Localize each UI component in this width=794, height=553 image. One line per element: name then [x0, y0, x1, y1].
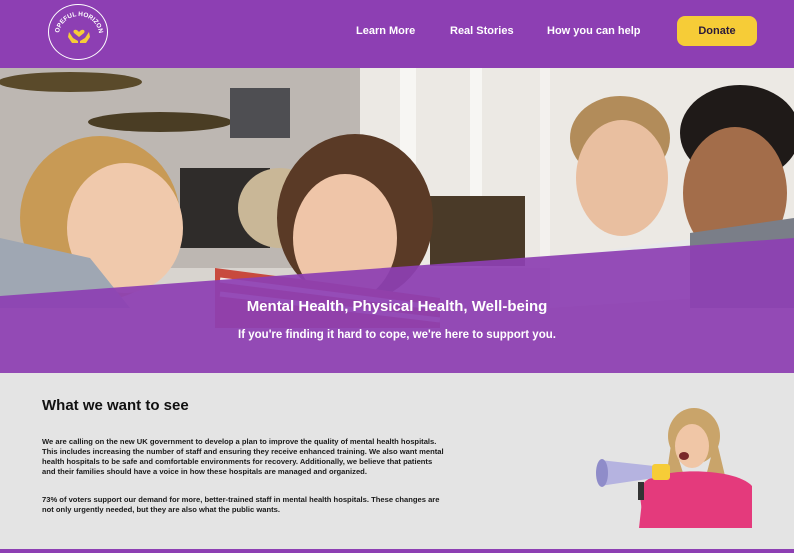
nav-link-real-stories[interactable]: Real Stories	[450, 25, 514, 37]
body-paragraph: 73% of voters support our demand for mor…	[42, 495, 440, 514]
logo[interactable]: HOPEFUL HORIZONS	[48, 4, 108, 60]
hero-photo	[0, 68, 794, 373]
hero-title: Mental Health, Physical Health, Well-bei…	[246, 298, 548, 315]
top-nav: HOPEFUL HORIZONS Learn More Real Stories…	[0, 0, 794, 68]
hero-banner: Mental Health, Physical Health, Well-bei…	[0, 68, 794, 373]
section-heading: What we want to see	[42, 397, 189, 414]
hero-subtitle: If you're finding it hard to cope, we're…	[238, 329, 556, 341]
hands-heart-icon	[68, 29, 90, 43]
nav-link-how-you-can-help[interactable]: How you can help	[547, 25, 641, 37]
nav-link-learn-more[interactable]: Learn More	[356, 25, 415, 37]
donate-button[interactable]: Donate	[677, 16, 757, 46]
body-paragraph: We are calling on the new UK government …	[42, 437, 444, 476]
footer-divider	[0, 549, 794, 553]
megaphone-woman-photo	[594, 408, 756, 528]
